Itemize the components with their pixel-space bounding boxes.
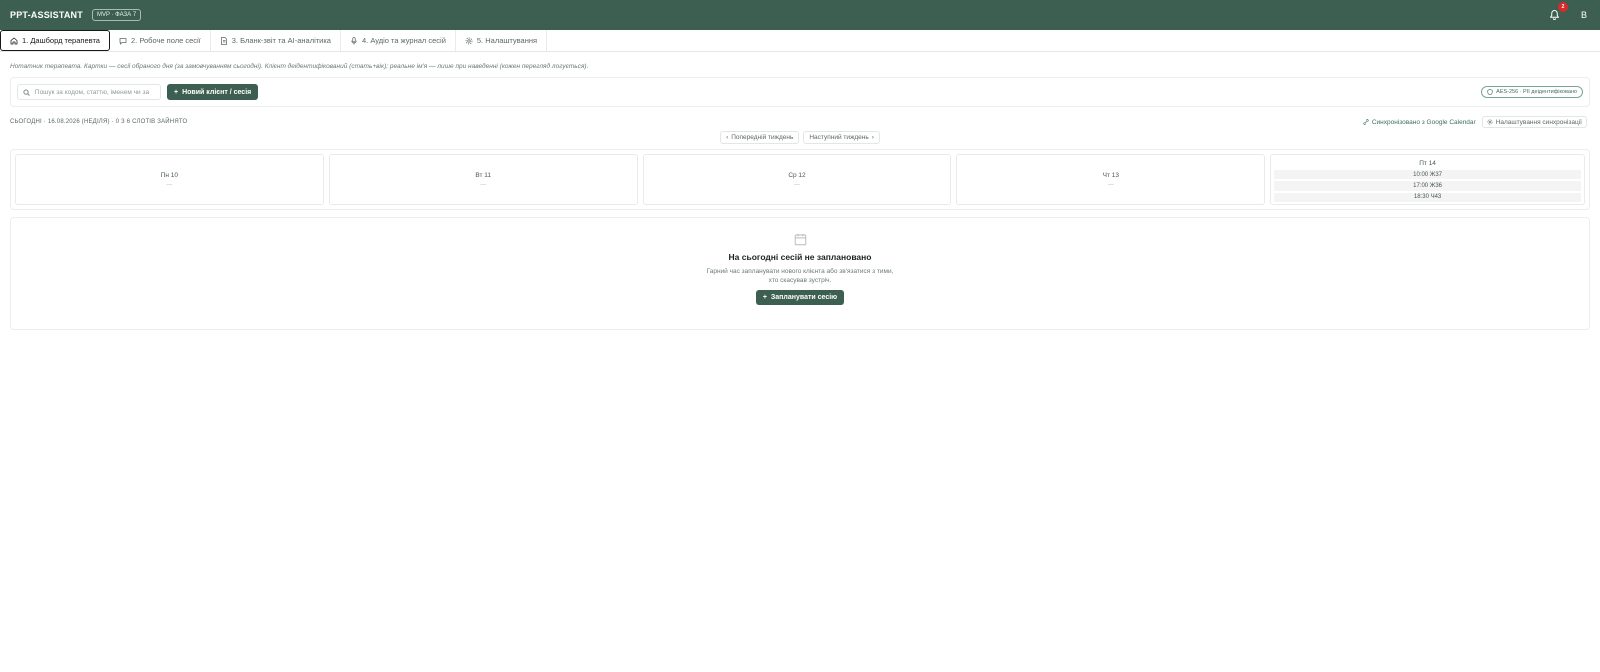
calendar-icon (794, 233, 806, 246)
day-column-wed[interactable]: Ср 12 — (642, 154, 952, 205)
today-summary: СЬОГОДНІ · 16.08.2026 (НЕДІЛЯ) · 0 З 6 С… (10, 119, 188, 125)
phase-badge: MVP · ФАЗА 7 (91, 9, 142, 21)
notifications-button[interactable]: 2 (1548, 2, 1568, 21)
chat-icon (119, 37, 127, 45)
pii-badge-label: AES-256 · PII деідентифіковано (1496, 89, 1577, 95)
tab-label: 2. Робоче поле сесії (130, 36, 201, 45)
tab-report-analytics[interactable]: 3. Бланк-звіт та AI-аналітика (211, 30, 341, 51)
day-title: Пт 14 (1419, 160, 1436, 167)
tab-audio-journal[interactable]: 4. Аудіо та журнал сесій (341, 30, 456, 51)
sync-settings-button[interactable]: Налаштування синхронізації (1481, 116, 1587, 128)
prev-week-button[interactable]: ‹ Попередній тиждень (720, 131, 800, 144)
day-title: Вт 11 (475, 171, 492, 179)
empty-state-text: Гарний час запланувати нового клієнта аб… (706, 268, 894, 285)
tab-label: 5. Налаштування (476, 36, 538, 45)
next-week-label: Наступний тиждень (809, 134, 869, 141)
tab-dashboard[interactable]: 1. Дашборд терапевта (0, 30, 110, 51)
pii-status-badge: AES-256 · PII деідентифіковано (1481, 86, 1583, 98)
empty-state-card: На сьогодні сесій не заплановано Гарний … (10, 217, 1590, 330)
sync-label: Синхронізовано з Google Calendar (1371, 118, 1476, 126)
notification-count-badge: 2 (1558, 2, 1568, 12)
sync-controls: Синхронізовано з Google Calendar Налашту… (1363, 116, 1587, 128)
next-week-button[interactable]: Наступний тиждень › (803, 131, 880, 144)
schedule-session-label: Запланувати сесію (770, 294, 838, 302)
search-icon (23, 88, 30, 96)
day-column-tue[interactable]: Вт 11 — (328, 154, 638, 205)
topbar-actions: 2 В (1548, 2, 1590, 21)
chevron-left-icon: ‹ (726, 134, 729, 141)
home-icon (10, 37, 18, 44)
google-sync-link[interactable]: Синхронізовано з Google Calendar (1363, 119, 1476, 126)
top-bar: PPT-ASSISTANT MVP · ФАЗА 7 2 В (0, 0, 1600, 30)
tab-settings[interactable]: 5. Налаштування (456, 30, 548, 51)
search-input[interactable] (34, 88, 155, 96)
week-navigation: ‹ Попередній тиждень Наступний тиждень › (0, 131, 1600, 144)
day-empty-marker: — (166, 181, 173, 188)
shield-icon (1487, 89, 1493, 95)
day-empty-marker: — (793, 181, 800, 188)
user-avatar[interactable]: В (1578, 10, 1590, 20)
day-title: Ср 12 (788, 171, 806, 179)
microphone-icon (351, 36, 357, 44)
document-icon (220, 36, 227, 45)
week-calendar: Пн 10 — Вт 11 — Ср 12 — Чт 13 — Пт 14 10… (10, 149, 1590, 210)
gear-icon (465, 37, 473, 44)
day-empty-marker: — (1107, 181, 1114, 188)
search-box (17, 84, 161, 100)
day-title: Чт 13 (1102, 171, 1119, 179)
tab-label: 4. Аудіо та журнал сесій (361, 36, 446, 45)
prev-week-label: Попередній тиждень (731, 134, 794, 141)
chevron-right-icon: › (871, 134, 874, 141)
tab-label: 1. Дашборд терапевта (22, 36, 100, 45)
tab-session-workspace[interactable]: 2. Робоче поле сесії (110, 30, 211, 51)
day-column-thu[interactable]: Чт 13 — (956, 154, 1266, 205)
new-client-label: Новий клієнт / сесія (182, 88, 252, 96)
session-slot[interactable]: 17:00 Ж36 (1274, 181, 1581, 191)
client-toolbar: + Новий клієнт / сесія AES-256 · PII деі… (10, 77, 1590, 107)
app-brand: PPT-ASSISTANT (10, 10, 83, 20)
bell-icon (1549, 10, 1559, 20)
link-icon (1363, 119, 1369, 125)
gear-icon (1487, 119, 1493, 125)
day-title: Пн 10 (160, 171, 179, 179)
new-client-button[interactable]: + Новий клієнт / сесія (167, 84, 259, 100)
sync-settings-label: Налаштування синхронізації (1495, 118, 1582, 126)
main-tabs: 1. Дашборд терапевта 2. Робоче поле сесі… (0, 30, 1600, 52)
schedule-session-button[interactable]: + Запланувати сесію (755, 290, 845, 306)
day-column-fri[interactable]: Пт 14 10:00 Ж37 17:00 Ж36 18:30 Ч43 (1270, 154, 1585, 205)
day-column-mon[interactable]: Пн 10 — (15, 154, 324, 205)
day-empty-marker: — (480, 181, 487, 188)
session-slot[interactable]: 10:00 Ж37 (1274, 170, 1581, 180)
empty-state-title: На сьогодні сесій не заплановано (728, 252, 872, 262)
tab-label: 3. Бланк-звіт та AI-аналітика (231, 36, 331, 45)
therapist-note: Нотатник терапевта. Картки — сесії обран… (10, 63, 589, 70)
session-slot[interactable]: 18:30 Ч43 (1274, 192, 1581, 202)
plus-icon: + (762, 294, 767, 302)
plus-icon: + (174, 88, 179, 96)
